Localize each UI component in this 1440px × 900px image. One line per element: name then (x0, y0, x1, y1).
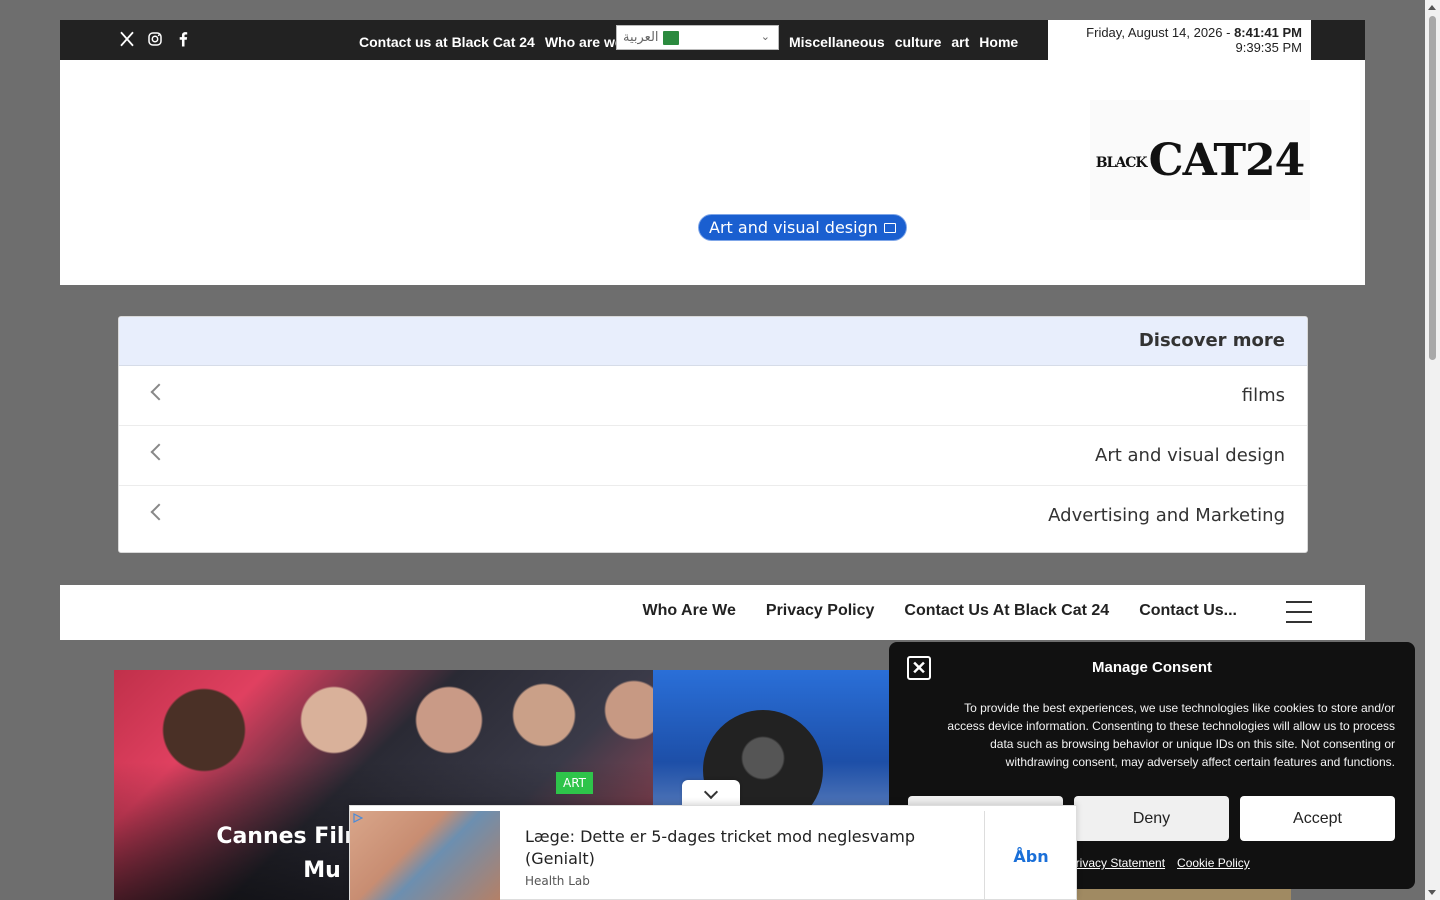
secondary-time: 9:39:35 PM (1235, 40, 1303, 55)
category-tag-art[interactable]: ART (556, 772, 594, 794)
adchoices-icon[interactable] (353, 813, 363, 823)
consent-body: To provide the best experiences, we use … (947, 701, 1395, 769)
accept-button[interactable]: Accept (1240, 796, 1395, 841)
ad-image[interactable] (350, 811, 500, 900)
logo-main-text: CAT24 (1148, 134, 1306, 186)
chevron-down-icon (703, 784, 719, 799)
x-twitter-icon[interactable] (118, 30, 136, 48)
discover-item-films[interactable]: films (119, 366, 1307, 426)
top-nav-right: Miscellaneous culture art Home (789, 34, 1018, 50)
top-bar: Contact us at Black Cat 24 Who are we ال… (60, 20, 1365, 60)
top-nav-home[interactable]: Home (979, 34, 1018, 50)
chevron-left-icon (150, 443, 168, 461)
chevron-left-icon (150, 383, 168, 401)
top-nav-who-are-we[interactable]: Who are we (545, 34, 623, 50)
top-nav-culture[interactable]: culture (895, 34, 942, 50)
facebook-icon[interactable] (174, 30, 192, 48)
current-time: 8:41:41 PM (1234, 25, 1302, 40)
top-nav-left: Contact us at Black Cat 24 Who are we (359, 34, 623, 50)
top-nav-contact[interactable]: Contact us at Black Cat 24 (359, 34, 535, 50)
discover-item-advertising[interactable]: Advertising and Marketing (119, 486, 1307, 546)
nav-privacy-policy[interactable]: Privacy Policy (766, 602, 875, 620)
ad-banner[interactable]: Læge: Dette er 5-dages tricket mod negle… (349, 805, 1077, 900)
social-links (118, 30, 192, 48)
discover-more-panel: Discover more films Art and visual desig… (118, 316, 1308, 553)
current-date: Friday, August 14, 2026 - (1086, 25, 1235, 40)
site-header: Art and visual design BLACKCAT24 (60, 60, 1365, 285)
consent-title: Manage Consent (1091, 659, 1212, 676)
nav-contact-us[interactable]: Contact Us... (1139, 602, 1237, 620)
saudi-flag-icon (662, 30, 679, 45)
scrollbar-thumb[interactable] (1429, 16, 1436, 360)
logo-small-text: BLACK (1095, 155, 1148, 171)
instagram-icon[interactable] (146, 30, 164, 48)
discover-item-label: films (1241, 385, 1285, 406)
category-pill-label: Art and visual design (709, 218, 878, 237)
top-nav-miscellaneous[interactable]: Miscellaneous (789, 34, 885, 50)
date-time-box: Friday, August 14, 2026 - 8:41:41 PM 9:3… (1048, 20, 1311, 60)
category-pill-art-visual-design[interactable]: Art and visual design (698, 214, 907, 241)
cookie-policy-link[interactable]: Cookie Policy (1177, 856, 1250, 870)
ad-source: Health Lab (525, 874, 590, 888)
page-scrollbar[interactable] (1425, 0, 1440, 900)
main-nav-links: Who Are We Privacy Policy Contact Us At … (643, 602, 1237, 620)
privacy-statement-link[interactable]: Privacy Statement (1068, 856, 1165, 870)
scroll-down-icon[interactable] (1428, 890, 1436, 895)
ad-headline[interactable]: Læge: Dette er 5-dages tricket mod negle… (525, 826, 945, 870)
ad-collapse-button[interactable] (682, 780, 740, 808)
chevron-left-icon (150, 503, 168, 521)
ad-open-button[interactable]: Åbn (985, 811, 1077, 900)
top-nav-art[interactable]: art (951, 34, 969, 50)
main-navigation: Who Are We Privacy Policy Contact Us At … (60, 585, 1365, 640)
language-selected: العربية (623, 30, 659, 45)
language-select[interactable]: العربية ⌄ (616, 25, 779, 50)
article-icon (883, 222, 896, 233)
chevron-down-icon: ⌄ (760, 30, 770, 43)
nav-contact-black-cat[interactable]: Contact Us At Black Cat 24 (904, 602, 1109, 620)
nav-who-are-we[interactable]: Who Are We (643, 602, 736, 620)
discover-item-art-visual-design[interactable]: Art and visual design (119, 426, 1307, 486)
discover-more-title: Discover more (119, 317, 1307, 366)
deny-button[interactable]: Deny (1074, 796, 1229, 841)
hamburger-menu-icon[interactable] (1286, 601, 1312, 623)
discover-item-label: Advertising and Marketing (1048, 505, 1285, 526)
site-logo[interactable]: BLACKCAT24 (1090, 100, 1310, 220)
discover-item-label: Art and visual design (1095, 445, 1285, 466)
scroll-up-icon[interactable] (1428, 5, 1436, 10)
